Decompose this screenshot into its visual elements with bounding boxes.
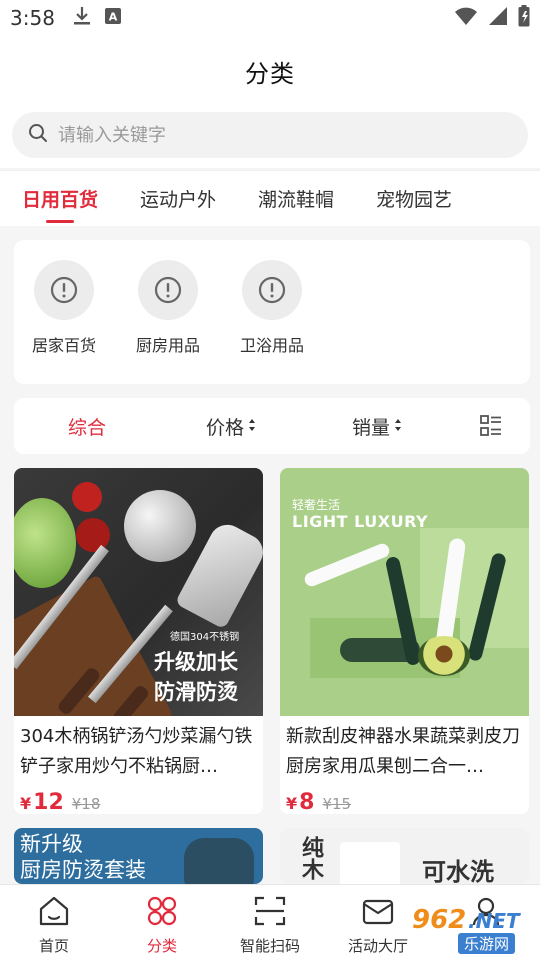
sort-arrows-icon [394,415,402,437]
product-image-caption: 轻奢生活 [292,498,341,512]
nav-home[interactable]: 首页 [0,885,108,960]
product-card[interactable]: 纯木 可水洗 [280,828,529,884]
list-view-icon[interactable] [480,415,502,437]
category-grid-icon [145,895,179,931]
original-price: ¥15 [322,795,352,813]
alert-circle-icon [34,260,94,320]
nav-scan[interactable]: 智能扫码 [216,885,324,960]
tab-pet-gardening[interactable]: 宠物园艺 [376,171,452,227]
sort-label: 价格 [206,416,245,439]
sort-label: 销量 [352,416,391,439]
product-image-headline: 厨房防烫套装 [20,858,146,882]
subcategory-label: 卫浴用品 [240,336,305,355]
site-watermark: 962 .NET 乐游网 [402,905,534,955]
header: 分类 [0,36,540,106]
nav-category[interactable]: 分类 [108,885,216,960]
search-icon [28,123,48,147]
search-input[interactable] [58,124,512,146]
svg-text:A: A [109,11,118,24]
product-title[interactable]: 新款刮皮神器水果蔬菜剥皮刀厨房家用瓜果刨二合一… [280,716,529,784]
search-bar [0,106,540,168]
subcategory-home-goods[interactable]: 居家百货 [32,260,96,384]
product-image-badge: 德国304不锈钢 [170,632,240,643]
product-title[interactable]: 304木柄锅铲汤勺炒菜漏勺铁铲子家用炒勺不粘锅厨… [14,716,263,784]
product-image[interactable]: 轻奢生活 LIGHT LUXURY [280,468,529,716]
sort-arrows-icon [248,415,256,437]
product-image-headline: 纯木 [298,836,323,880]
alert-circle-icon [138,260,198,320]
product-card[interactable]: 新升级 厨房防烫套装 [14,828,263,884]
original-price: ¥18 [71,795,101,813]
product-image-headline: 可水洗 [422,858,494,884]
product-image-headline: 防滑防烫 [154,680,238,704]
search-box[interactable] [12,112,528,158]
sort-bar: 综合 价格 销量 [14,398,530,454]
alert-circle-icon [242,260,302,320]
sort-label: 综合 [68,416,107,439]
nav-label: 活动大厅 [347,937,408,955]
sort-sales[interactable]: 销量 [352,413,402,440]
download-icon [73,6,91,30]
product-image[interactable]: 新升级 厨房防烫套装 [14,828,263,884]
wifi-icon [454,6,478,30]
watermark-text: .NET [468,909,520,933]
tab-trend-shoes-hats[interactable]: 潮流鞋帽 [258,171,334,227]
subcategory-bathroom[interactable]: 卫浴用品 [240,260,304,384]
product-image-headline: LIGHT LUXURY [292,512,429,531]
sort-comprehensive[interactable]: 综合 [68,413,106,440]
scan-icon [253,895,287,931]
subcategory-panel: 居家百货 厨房用品 卫浴用品 [14,240,530,384]
watermark-text: 962 [412,905,467,935]
nav-label: 首页 [38,937,69,955]
nav-label: 分类 [146,937,177,955]
page-title: 分类 [245,59,295,88]
mail-icon [361,895,395,931]
notification-a-icon: A [104,8,121,28]
signal-icon [488,6,508,30]
category-tabs: 日用百货 运动户外 潮流鞋帽 宠物园艺 [0,170,540,226]
current-price: ¥8 [286,790,315,814]
price-row: ¥12 ¥18 [14,784,263,814]
subcategory-kitchen[interactable]: 厨房用品 [136,260,200,384]
status-bar: 3:58 A [0,0,540,36]
current-price: ¥12 [20,790,64,814]
product-card[interactable]: 德国304不锈钢 升级加长 防滑防烫 304木柄锅铲汤勺炒菜漏勺铁铲子家用炒勺不… [14,468,263,814]
subcategory-label: 厨房用品 [136,336,201,355]
product-image[interactable]: 德国304不锈钢 升级加长 防滑防烫 [14,468,263,716]
status-time: 3:58 [10,6,55,30]
product-card[interactable]: 轻奢生活 LIGHT LUXURY 新款刮皮神器水果蔬菜剥皮刀厨房家用瓜果刨二合… [280,468,529,814]
tab-sports-outdoor[interactable]: 运动户外 [140,171,216,227]
watermark-text: 乐游网 [458,933,516,954]
home-icon [37,895,71,931]
product-image[interactable]: 纯木 可水洗 [280,828,529,884]
price-row: ¥8 ¥15 [280,784,529,814]
battery-icon [518,5,530,31]
sort-price[interactable]: 价格 [206,413,256,440]
subcategory-label: 居家百货 [32,336,97,355]
nav-label: 智能扫码 [239,937,300,955]
tab-daily-goods[interactable]: 日用百货 [22,171,98,227]
product-image-headline: 升级加长 [154,650,238,674]
